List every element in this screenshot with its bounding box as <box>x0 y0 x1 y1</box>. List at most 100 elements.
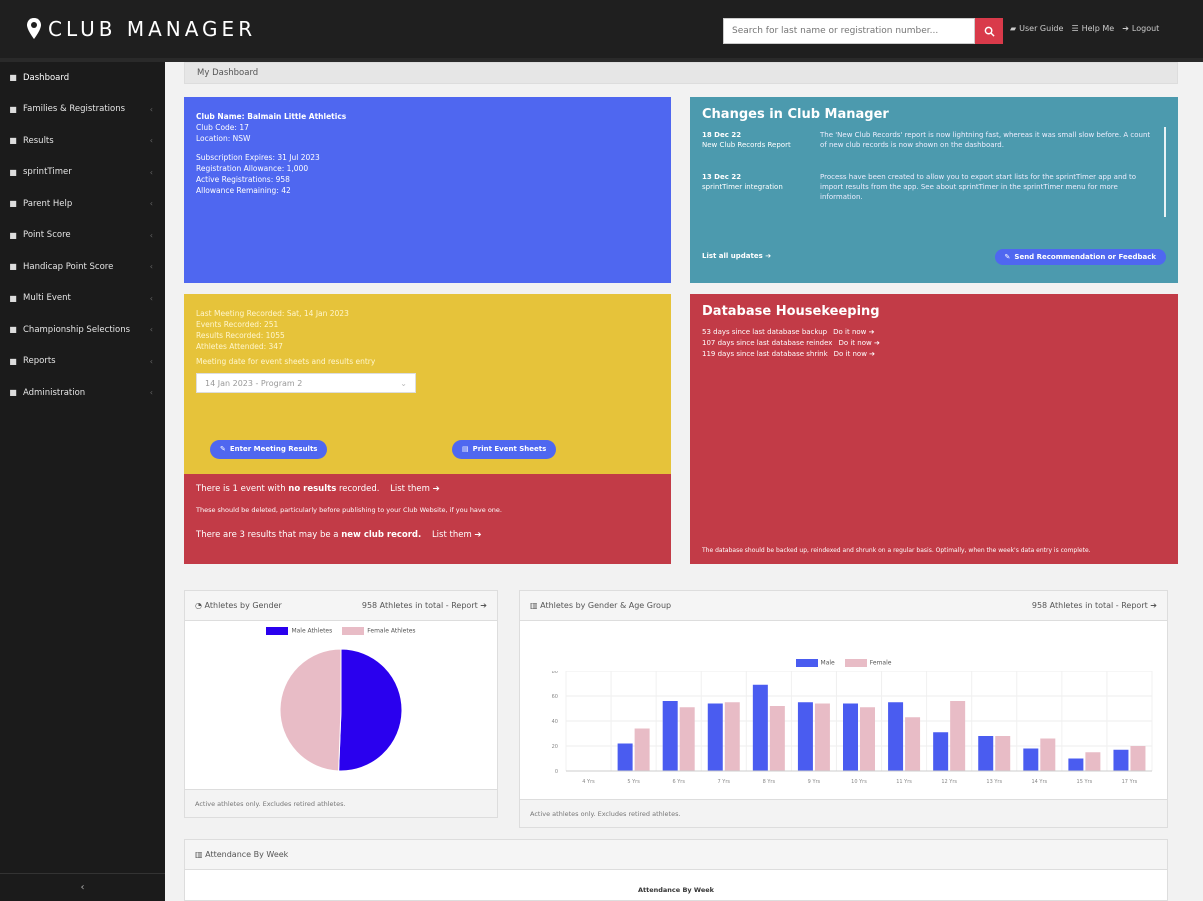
age-legend: Male Female <box>520 659 1167 667</box>
no-results-alert: There is 1 event with no results recorde… <box>196 484 659 494</box>
sidebar-item-point-score[interactable]: ■ Point Score ‹ <box>0 220 165 252</box>
x-tick-label: 12 Yrs <box>941 779 957 785</box>
bar-male <box>888 702 904 771</box>
bar-chart-icon: ▥ <box>530 601 541 610</box>
app-title: CLUB MANAGER <box>48 17 257 41</box>
chevron-right-icon: ‹ <box>149 325 153 335</box>
gender-panel-header: ◔ Athletes by Gender 958 Athletes in tot… <box>185 591 497 621</box>
age-report-link[interactable]: 958 Athletes in total - Report ➔ <box>1032 601 1157 610</box>
database-line: 107 days since last database reindex Do i… <box>702 338 1166 349</box>
sidebar-item-handicap-point-score[interactable]: ■ Handicap Point Score ‹ <box>0 251 165 283</box>
sidebar-item-parent-help[interactable]: ■ Parent Help ‹ <box>0 188 165 220</box>
list-icon: ☰ <box>1071 24 1079 33</box>
club-name: Club Name: Balmain Little Athletics <box>196 112 347 121</box>
alert-advice: These should be deleted, particularly be… <box>196 506 502 514</box>
meeting-date-select[interactable]: 14 Jan 2023 - Program 2 ⌄ <box>196 373 416 393</box>
gender-panel-title: Athletes by Gender <box>204 601 282 610</box>
sidebar-item-reports[interactable]: ■ Reports ‹ <box>0 346 165 378</box>
legend-label: Female <box>869 659 892 667</box>
do-it-now-link[interactable]: Do it now ➔ <box>838 339 879 347</box>
sidebar-item-label: Families & Registrations <box>23 104 126 115</box>
search-button[interactable] <box>975 18 1003 44</box>
sidebar-collapse-button[interactable]: ‹ <box>0 873 165 901</box>
database-lines: 53 days since last database backup Do it … <box>702 327 1166 360</box>
database-footer: The database should be backed up, reinde… <box>702 547 1091 554</box>
sidebar-item-multi-event[interactable]: ■ Multi Event ‹ <box>0 283 165 315</box>
pie-chart-icon: ◔ <box>195 601 205 610</box>
gear-icon: ■ <box>9 388 17 398</box>
logout-link[interactable]: ➔ Logout <box>1122 24 1159 33</box>
search-input[interactable] <box>723 18 975 44</box>
alert-bold: new club record. <box>341 530 422 540</box>
sidebar: ■ Dashboard ■ Families & Registrations ‹ ■ Res… <box>0 62 165 901</box>
gender-legend: Male Athletes Female Athletes <box>185 627 497 635</box>
clock-icon: ■ <box>9 167 17 177</box>
changes-card: Changes in Club Manager 18 Dec 22 New Clu… <box>690 97 1178 283</box>
change-name: sprintTimer integration <box>702 183 783 191</box>
athletes-attended: Athletes Attended: 347 <box>196 342 283 351</box>
bar-male <box>1068 758 1084 771</box>
app-logo[interactable]: CLUB MANAGER <box>26 17 256 41</box>
meeting-date-value: 14 Jan 2023 - Program 2 <box>205 379 303 388</box>
bar-female <box>634 728 650 771</box>
sidebar-item-dashboard[interactable]: ■ Dashboard <box>0 62 165 94</box>
gender-panel-title-wrap: ◔ Athletes by Gender <box>195 601 282 610</box>
top-bar: CLUB MANAGER ▰User Guide ☰Help Me ➔Logou… <box>0 0 1203 62</box>
age-panel-footer: Active athletes only. Excludes retired a… <box>520 799 1167 827</box>
club-location: Location: NSW <box>196 134 251 143</box>
bar-female <box>679 707 695 771</box>
bar-female <box>724 702 740 771</box>
sidebar-item-families-registrations[interactable]: ■ Families & Registrations ‹ <box>0 94 165 126</box>
change-entry: 18 Dec 22 New Club Records Report The 'Ne… <box>702 130 1166 150</box>
bar-female <box>814 703 830 771</box>
print-icon: ▤ <box>462 445 469 453</box>
do-it-now-link[interactable]: Do it now ➔ <box>833 328 874 336</box>
meeting-date-label: Meeting date for event sheets and result… <box>196 357 376 366</box>
sidebar-item-administration[interactable]: ■ Administration ‹ <box>0 377 165 409</box>
y-tick-label: 40 <box>552 719 558 725</box>
bar-female <box>1085 752 1101 771</box>
last-meeting: Last Meeting Recorded: Sat, 14 Jan 2023 <box>196 309 349 318</box>
sidebar-item-championship-selections[interactable]: ■ Championship Selections ‹ <box>0 314 165 346</box>
database-line: 119 days since last database shrink Do it… <box>702 349 1166 360</box>
logout-icon: ➔ <box>1122 24 1129 33</box>
sidebar-item-results[interactable]: ■ Results ‹ <box>0 125 165 157</box>
sidebar-item-label: sprintTimer <box>23 167 72 178</box>
bar-male <box>843 703 858 771</box>
database-card: Database Housekeeping 53 days since last… <box>690 294 1178 564</box>
bar-male <box>752 684 768 771</box>
change-text: Process have been created to allow you t… <box>820 173 1137 201</box>
x-tick-label: 4 Yrs <box>582 779 595 785</box>
sidebar-item-label: Point Score <box>23 230 71 241</box>
user-guide-link[interactable]: ▰ User Guide <box>1010 24 1063 33</box>
edit-icon: ✎ <box>220 445 226 453</box>
list-them-link[interactable]: List them ➔ <box>432 530 482 540</box>
gender-report-link[interactable]: 958 Athletes in total - Report ➔ <box>362 601 487 610</box>
sidebar-item-label: Handicap Point Score <box>23 261 114 272</box>
legend-swatch <box>342 627 365 635</box>
feedback-button[interactable]: ✎ Send Recommendation or Feedback <box>994 249 1166 265</box>
enter-results-button[interactable]: ✎ Enter Meeting Results <box>210 440 328 459</box>
alert-bold: no results <box>288 484 337 494</box>
x-tick-label: 5 Yrs <box>627 779 640 785</box>
chevron-right-icon: ‹ <box>149 262 153 272</box>
sidebar-item-label: Parent Help <box>23 198 73 209</box>
help-me-link[interactable]: ☰ Help Me <box>1071 24 1114 33</box>
list-them-link[interactable]: List them ➔ <box>390 484 440 494</box>
list-all-updates-link[interactable]: List all updates ➔ <box>702 252 771 260</box>
change-entry: 13 Dec 22 sprintTimer integration Process… <box>702 172 1166 202</box>
database-line: 53 days since last database backup Do it … <box>702 327 1166 338</box>
age-panel-header: ▥ Athletes by Gender & Age Group 958 Ath… <box>520 591 1167 621</box>
print-event-sheets-button[interactable]: ▤ Print Event Sheets <box>452 440 557 459</box>
sidebar-item-sprinttimer[interactable]: ■ sprintTimer ‹ <box>0 157 165 189</box>
bar-male <box>707 703 723 771</box>
bar-male <box>978 736 994 771</box>
bar-male <box>617 743 633 771</box>
do-it-now-link[interactable]: Do it now ➔ <box>834 350 875 358</box>
club-info-card: Club Name: Balmain Little Athletics Club… <box>184 97 671 283</box>
chevron-right-icon: ‹ <box>149 104 153 114</box>
x-tick-label: 15 Yrs <box>1077 779 1093 785</box>
changes-scrollbar[interactable] <box>1164 127 1166 217</box>
database-title: Database Housekeeping <box>702 304 880 319</box>
breadcrumb: My Dashboard <box>184 62 1178 84</box>
